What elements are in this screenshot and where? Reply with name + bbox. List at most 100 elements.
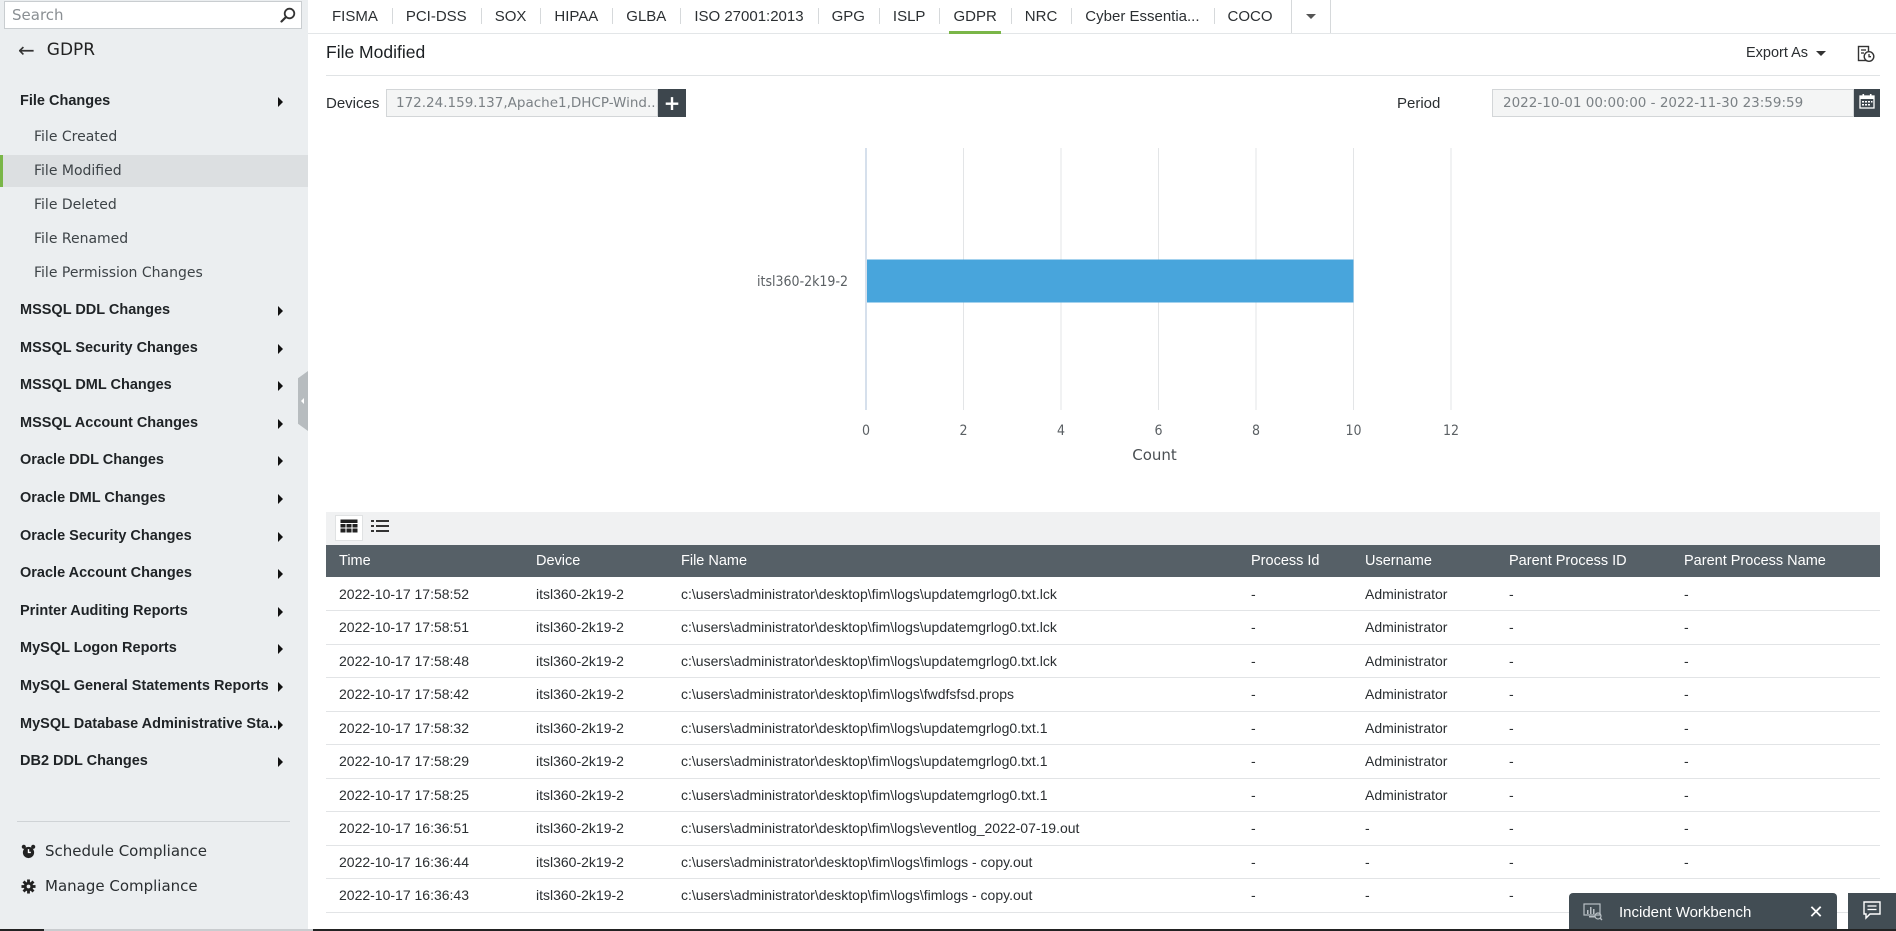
- manage-compliance-label: Manage Compliance: [45, 877, 198, 895]
- tab-cyber-essentia[interactable]: Cyber Essentia...: [1071, 0, 1213, 33]
- schedule-compliance-link[interactable]: Schedule Compliance: [20, 838, 207, 864]
- sidebar-group[interactable]: MySQL General Statements Reports: [0, 671, 308, 701]
- header-divider: [326, 75, 1880, 76]
- caret-right-icon: [278, 644, 283, 655]
- incident-workbench-bar[interactable]: Incident Workbench ✕: [1569, 893, 1837, 931]
- column-header[interactable]: Parent Process ID: [1496, 545, 1671, 577]
- sidebar-group[interactable]: File Changes: [0, 86, 308, 116]
- close-icon[interactable]: ✕: [1801, 897, 1831, 927]
- caret-right-icon: [278, 606, 283, 617]
- table-cell: -: [1238, 711, 1352, 745]
- devices-field[interactable]: 172.24.159.137,Apache1,DHCP-Wind...: [386, 89, 658, 117]
- table-row[interactable]: 2022-10-17 17:58:32 itsl360-2k19-2 c:\user…: [326, 711, 1880, 745]
- sidebar-group[interactable]: MySQL Logon Reports: [0, 633, 308, 663]
- table-cell: -: [1671, 577, 1880, 611]
- table-row[interactable]: 2022-10-17 17:58:29 itsl360-2k19-2 c:\user…: [326, 744, 1880, 779]
- table-cell: Administrator: [1352, 677, 1496, 712]
- sidebar-item[interactable]: File Deleted: [0, 189, 308, 221]
- calendar-button[interactable]: [1854, 89, 1880, 117]
- caret-right-icon: [278, 757, 283, 768]
- table-cell: Administrator: [1352, 778, 1496, 812]
- tab-pci-dss[interactable]: PCI-DSS: [391, 0, 481, 33]
- add-device-button[interactable]: +: [658, 89, 686, 117]
- list-view-button[interactable]: [366, 515, 394, 541]
- sidebar-group[interactable]: MSSQL DDL Changes: [0, 295, 308, 325]
- schedule-report-icon[interactable]: [1857, 45, 1875, 63]
- sidebar-item[interactable]: File Modified: [0, 155, 308, 187]
- sidebar-item[interactable]: File Permission Changes: [0, 257, 308, 289]
- table-cell: -: [1671, 644, 1880, 678]
- sidebar-item[interactable]: File Created: [0, 121, 308, 153]
- table-cell: c:\users\administrator\desktop\fim\logs\…: [668, 677, 1238, 712]
- caret-right-icon: [278, 719, 283, 730]
- sidebar-group[interactable]: MySQL Database Administrative Sta...: [0, 709, 308, 739]
- table-cell: itsl360-2k19-2: [523, 577, 668, 611]
- sidebar-group-label: File Changes: [20, 93, 111, 109]
- export-as-button[interactable]: Export As: [1746, 45, 1827, 61]
- sidebar-item[interactable]: File Renamed: [0, 223, 308, 255]
- tab-gpg[interactable]: GPG: [817, 0, 879, 33]
- tab-nrc[interactable]: NRC: [1010, 0, 1072, 33]
- x-tick-label: 6: [1154, 423, 1162, 439]
- x-tick-label: 0: [862, 423, 870, 439]
- table-cell: c:\users\administrator\desktop\fim\logs\…: [668, 610, 1238, 645]
- table-cell: itsl360-2k19-2: [523, 811, 668, 846]
- table-cell: c:\users\administrator\desktop\fim\logs\…: [668, 845, 1238, 879]
- sidebar-group[interactable]: MSSQL Security Changes: [0, 333, 308, 363]
- tab-iso-27001-2013[interactable]: ISO 27001:2013: [680, 0, 817, 33]
- sidebar-group[interactable]: MSSQL Account Changes: [0, 408, 308, 438]
- sidebar-group[interactable]: Oracle Security Changes: [0, 521, 308, 551]
- sidebar-group[interactable]: Oracle DML Changes: [0, 483, 308, 513]
- column-header[interactable]: Username: [1352, 545, 1496, 577]
- table-cell: -: [1496, 711, 1671, 745]
- tab-fisma[interactable]: FISMA: [318, 0, 392, 33]
- back-button[interactable]: ← GDPR: [18, 36, 95, 64]
- manage-compliance-link[interactable]: Manage Compliance: [20, 873, 198, 899]
- sidebar-collapse-handle[interactable]: [298, 371, 308, 431]
- table-cell: -: [1352, 878, 1496, 913]
- table-header-row: Time Device File Name Process Id Username Par…: [326, 545, 1880, 577]
- tab-hipaa[interactable]: HIPAA: [540, 0, 612, 33]
- caret-right-icon: [278, 306, 283, 316]
- tab-islp[interactable]: ISLP: [878, 0, 940, 33]
- table-cell: -: [1671, 845, 1880, 879]
- export-as-label: Export As: [1746, 45, 1809, 61]
- column-header[interactable]: Time: [326, 545, 523, 577]
- more-tabs-dropdown[interactable]: [1290, 0, 1331, 33]
- sidebar-group[interactable]: DB2 DDL Changes: [0, 746, 308, 776]
- table-cell: -: [1238, 644, 1352, 678]
- search-input[interactable]: [5, 2, 275, 28]
- table-row[interactable]: 2022-10-17 17:58:48 itsl360-2k19-2 c:\user…: [326, 644, 1880, 678]
- sidebar-group[interactable]: Oracle DDL Changes: [0, 445, 308, 475]
- chat-button[interactable]: [1848, 893, 1896, 931]
- table-cell: c:\users\administrator\desktop\fim\logs\…: [668, 811, 1238, 846]
- column-header[interactable]: File Name: [668, 545, 1238, 577]
- tab-sox[interactable]: SOX: [480, 0, 541, 33]
- sidebar-group[interactable]: MSSQL DML Changes: [0, 370, 308, 400]
- tab-glba[interactable]: GLBA: [612, 0, 680, 33]
- table-cell: 2022-10-17 17:58:32: [326, 711, 523, 745]
- table-row[interactable]: 2022-10-17 16:36:51 itsl360-2k19-2 c:\user…: [326, 811, 1880, 846]
- table-row[interactable]: 2022-10-17 17:58:51 itsl360-2k19-2 c:\user…: [326, 610, 1880, 645]
- column-header[interactable]: Process Id: [1238, 545, 1352, 577]
- table-row[interactable]: 2022-10-17 17:58:52 itsl360-2k19-2 c:\user…: [326, 577, 1880, 611]
- search-icon[interactable]: [275, 2, 301, 28]
- table-cell: itsl360-2k19-2: [523, 711, 668, 745]
- table-cell: Administrator: [1352, 744, 1496, 779]
- table-row[interactable]: 2022-10-17 17:58:25 itsl360-2k19-2 c:\user…: [326, 778, 1880, 812]
- table-cell: -: [1238, 677, 1352, 712]
- column-header[interactable]: Device: [523, 545, 668, 577]
- period-field[interactable]: 2022-10-01 00:00:00 - 2022-11-30 23:59:5…: [1492, 89, 1854, 117]
- column-header[interactable]: Parent Process Name: [1671, 545, 1880, 577]
- tab-coco[interactable]: COCO: [1213, 0, 1287, 33]
- table-row[interactable]: 2022-10-17 16:36:44 itsl360-2k19-2 c:\user…: [326, 845, 1880, 879]
- table-cell: 2022-10-17 16:36:44: [326, 845, 523, 879]
- tab-gdpr[interactable]: GDPR: [939, 0, 1010, 34]
- grid-view-button[interactable]: [335, 515, 363, 541]
- sidebar-group[interactable]: Printer Auditing Reports: [0, 596, 308, 626]
- x-tick-label: 10: [1345, 423, 1361, 439]
- table-cell: 2022-10-17 16:36:43: [326, 878, 523, 913]
- table-row[interactable]: 2022-10-17 17:58:42 itsl360-2k19-2 c:\user…: [326, 677, 1880, 712]
- sidebar-group[interactable]: Oracle Account Changes: [0, 558, 308, 588]
- bar[interactable]: [867, 259, 1354, 303]
